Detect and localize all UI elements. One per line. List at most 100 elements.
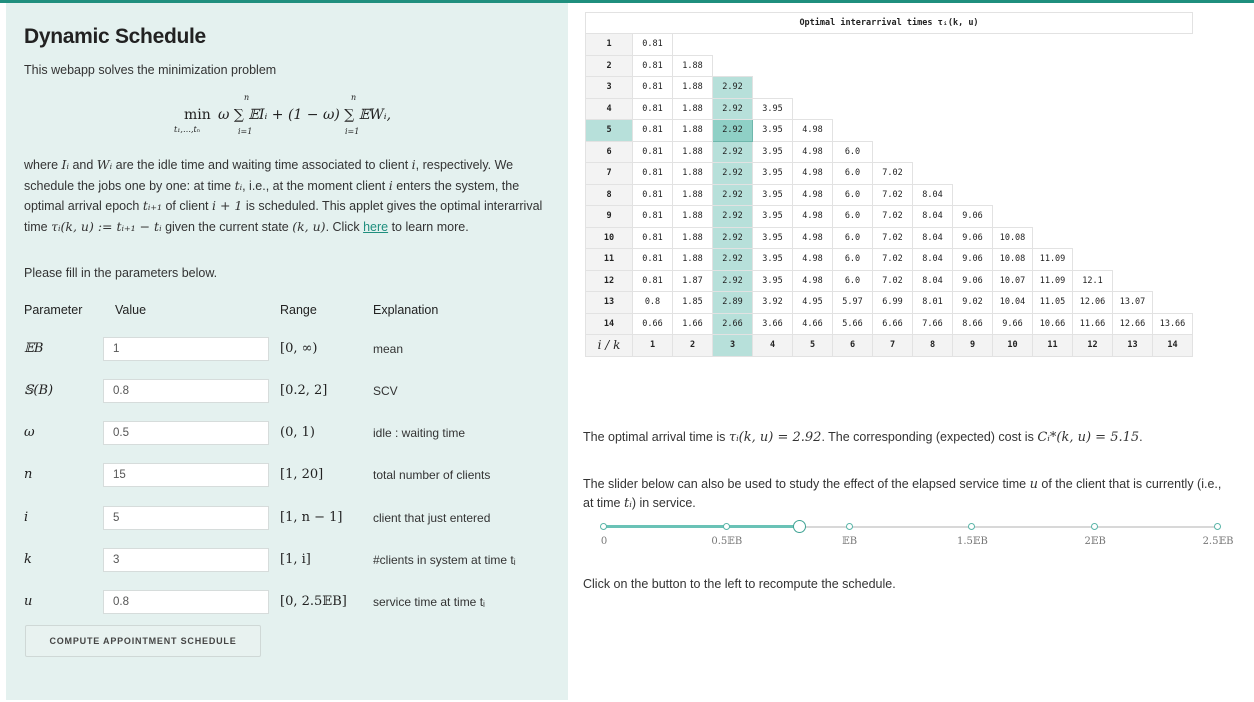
empty-cell — [992, 55, 1033, 77]
param-range: [0.2, 2] — [280, 383, 328, 398]
math-u: u — [1029, 477, 1038, 492]
fill-in-text: Please fill in the parameters below. — [24, 266, 218, 280]
learn-more-link[interactable]: here — [363, 220, 388, 234]
slider-tick[interactable] — [968, 523, 976, 530]
slider-handle[interactable] — [793, 520, 807, 533]
math-ti: tᵢ — [234, 177, 243, 193]
empty-cell — [1152, 184, 1193, 206]
slider-tick[interactable] — [845, 523, 853, 530]
table-cell: 3.95 — [752, 119, 793, 142]
table-row: 14 0.66 1.66 2.66 3.66 4.66 5.66 6.66 7.66 8.66 9.… — [585, 312, 1193, 335]
n-input[interactable]: 15 — [103, 463, 269, 487]
intro-text: This webapp solves the minimization prob… — [24, 63, 277, 77]
optimal-arrival-value: τᵢ(k, u) = 2.92 — [728, 430, 822, 445]
table-cell: 11.09 — [1032, 269, 1073, 292]
row-header: 12 — [585, 269, 633, 292]
slider-tick-label: 𝔼B — [842, 536, 858, 547]
empty-cell — [1072, 205, 1113, 227]
empty-cell — [1152, 227, 1193, 249]
table-cell: 1.88 — [672, 119, 713, 142]
slider-tick[interactable] — [600, 523, 607, 530]
empty-cell — [992, 162, 1033, 184]
mean-input[interactable]: 1 — [103, 337, 269, 361]
slider-tick[interactable] — [1091, 523, 1099, 530]
formula-sum-bottom-2: i=1 — [345, 127, 360, 136]
empty-cell — [1032, 33, 1073, 55]
header-parameter: Parameter — [24, 303, 83, 317]
table-cell: 7.66 — [912, 312, 953, 335]
empty-cell — [1032, 98, 1073, 120]
table-cell: 12.06 — [1072, 291, 1113, 314]
empty-cell — [952, 184, 993, 206]
column-header: 6 — [832, 334, 873, 357]
slider-description: The slider below can also be used to stu… — [583, 475, 1223, 513]
desc-text: are the idle time and waiting time assoc… — [112, 158, 412, 172]
table-cell: 2.92 — [712, 226, 753, 249]
slider-tick[interactable] — [722, 523, 730, 530]
service-time-slider[interactable]: 0 0.5𝔼B 𝔼B 1.5𝔼B 2𝔼B 2.5𝔼B — [600, 520, 1233, 552]
empty-cell — [992, 98, 1033, 120]
empty-cell — [1072, 248, 1113, 270]
param-row-mean: 𝔼B 1 [0, ∞) mean — [6, 333, 568, 367]
formula-sum-top-2: n — [351, 93, 357, 102]
math-ti: tᵢ — [624, 496, 632, 511]
empty-cell — [752, 33, 793, 55]
empty-cell — [1112, 248, 1153, 270]
result-text-part: . The corresponding (expected) cost is — [821, 430, 1038, 444]
row-header: 5 — [585, 119, 633, 142]
math-Ii: Iᵢ — [61, 157, 69, 172]
column-header: 1 — [632, 334, 673, 357]
math-tau-def: τᵢ(k, u) := tᵢ₊₁ − tᵢ — [51, 218, 162, 234]
empty-cell — [1032, 205, 1073, 227]
param-explanation: mean — [373, 342, 404, 356]
table-cell: 1.88 — [672, 54, 713, 77]
table-cell: 0.81 — [632, 97, 673, 120]
result-text-part: The optimal arrival time is — [583, 430, 729, 444]
omega-input[interactable]: 0.5 — [103, 421, 269, 445]
i-input[interactable]: 5 — [103, 506, 269, 530]
table-cell: 0.66 — [632, 312, 673, 335]
empty-cell — [1152, 119, 1193, 141]
table-cell: 2.92 — [712, 76, 753, 99]
table-cell: 3.95 — [752, 226, 793, 249]
slider-tick[interactable] — [1214, 523, 1221, 530]
table-cell: 4.98 — [792, 183, 833, 206]
table-cell: 11.66 — [1072, 312, 1113, 335]
desc-text: of client — [161, 199, 212, 213]
table-cell: 3.95 — [752, 205, 793, 228]
empty-cell — [952, 76, 993, 98]
empty-cell — [792, 98, 833, 120]
math-state: (k, u) — [292, 218, 326, 234]
math-Wi: Wᵢ — [96, 157, 113, 172]
empty-cell — [1072, 76, 1113, 98]
table-cell: 4.98 — [792, 248, 833, 271]
table-cell: 10.08 — [992, 226, 1033, 249]
table-cell: 8.01 — [912, 291, 953, 314]
empty-cell — [992, 76, 1033, 98]
table-cell: 2.92 — [712, 119, 753, 142]
table-row: 3 0.81 1.88 2.92 — [585, 76, 1193, 99]
table-cell: 6.0 — [832, 226, 873, 249]
table-row: 10 0.81 1.88 2.92 3.95 4.98 6.0 7.02 8.04 9.06 10.… — [585, 226, 1193, 249]
compute-schedule-button[interactable]: COMPUTE APPOINTMENT SCHEDULE — [25, 625, 261, 657]
column-header: 2 — [672, 334, 713, 357]
table-cell: 3.95 — [752, 183, 793, 206]
table-cell: 6.0 — [832, 205, 873, 228]
param-range: [1, n − 1] — [280, 510, 343, 525]
u-input[interactable]: 0.8 — [103, 590, 269, 614]
k-input[interactable]: 3 — [103, 548, 269, 572]
empty-cell — [872, 141, 913, 163]
param-name: ω — [24, 425, 35, 440]
scv-input[interactable]: 0.8 — [103, 379, 269, 403]
empty-cell — [1072, 98, 1113, 120]
param-explanation: service time at time tᵢ — [373, 595, 485, 609]
table-cell: 9.06 — [952, 226, 993, 249]
empty-cell — [992, 119, 1033, 141]
param-row-omega: ω 0.5 (0, 1) idle : waiting time — [6, 417, 568, 451]
table-cell: 8.04 — [912, 183, 953, 206]
table-cell: 4.95 — [792, 291, 833, 314]
empty-cell — [1112, 98, 1153, 120]
empty-cell — [1152, 291, 1193, 313]
empty-cell — [1112, 227, 1153, 249]
empty-cell — [1032, 162, 1073, 184]
